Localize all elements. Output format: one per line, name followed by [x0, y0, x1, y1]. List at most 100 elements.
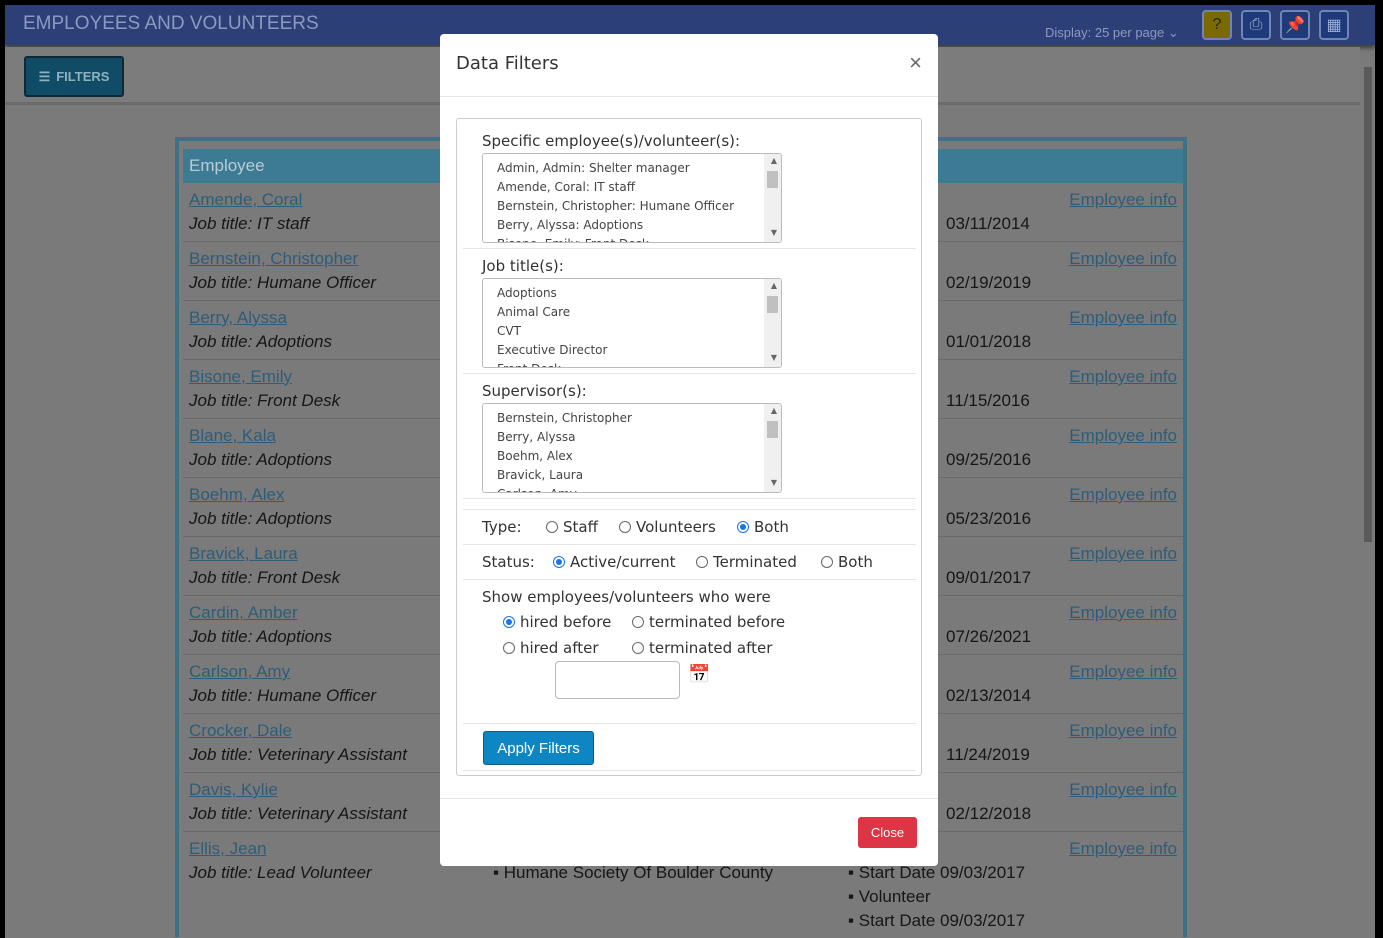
employee-info-link[interactable]: Employee info — [1069, 603, 1177, 623]
filter-form: Specific employee(s)/volunteer(s): Admin… — [456, 118, 922, 776]
employee-info-link[interactable]: Employee info — [1069, 308, 1177, 328]
list-option[interactable]: Front Desk — [497, 362, 561, 367]
employee-name-link[interactable]: Boehm, Alex — [189, 485, 284, 505]
radio-both[interactable]: Both — [737, 518, 789, 536]
radio-button[interactable] — [619, 521, 631, 533]
detail-text: Volunteer — [858, 887, 931, 906]
employee-info-link[interactable]: Employee info — [1069, 367, 1177, 387]
employee-name-link[interactable]: Berry, Alyssa — [189, 308, 287, 328]
list-option[interactable]: Animal Care — [497, 305, 570, 319]
list-option[interactable]: Amende, Coral: IT staff — [497, 180, 635, 194]
radio-staff[interactable]: Staff — [546, 518, 598, 536]
radio-button[interactable] — [632, 616, 644, 628]
list-option[interactable]: Berry, Alyssa — [497, 430, 576, 444]
employee-name-link[interactable]: Bisone, Emily — [189, 367, 292, 387]
scroll-down-icon[interactable]: ▼ — [771, 478, 777, 487]
pin-icon[interactable]: 📌 — [1280, 10, 1310, 40]
scrollbar-thumb[interactable] — [767, 171, 778, 188]
radio-button[interactable] — [632, 642, 644, 654]
scrollbar-thumb[interactable] — [767, 421, 778, 438]
employee-info-link[interactable]: Employee info — [1069, 839, 1177, 859]
divider — [463, 579, 916, 580]
start-date: 07/26/2021 — [946, 627, 1032, 646]
employee-name-link[interactable]: Davis, Kylie — [189, 780, 278, 800]
employee-name-link[interactable]: Blane, Kala — [189, 426, 276, 446]
start-date: 02/13/2014 — [946, 686, 1032, 705]
employee-info-link[interactable]: Employee info — [1069, 249, 1177, 269]
scroll-up-icon[interactable]: ▲ — [771, 281, 777, 290]
employee-info-link[interactable]: Employee info — [1069, 662, 1177, 682]
scroll-up-icon[interactable]: ▲ — [771, 406, 777, 415]
show-label: Show employees/volunteers who were — [482, 588, 771, 606]
radio-hired-before[interactable]: hired before — [503, 613, 611, 631]
radio-label: Terminated — [713, 553, 797, 571]
close-icon[interactable]: × — [909, 50, 922, 76]
employee-name-link[interactable]: Cardin, Amber — [189, 603, 298, 623]
start-date: 09/25/2016 — [946, 450, 1032, 469]
employee-info-link[interactable]: Employee info — [1069, 544, 1177, 564]
divider — [463, 509, 916, 510]
employee-name-link[interactable]: Bravick, Laura — [189, 544, 298, 564]
radio-terminated-after[interactable]: terminated after — [632, 639, 772, 657]
employee-info-link[interactable]: Employee info — [1069, 485, 1177, 505]
job-title: Job title: Adoptions — [189, 332, 333, 351]
scrollbar-thumb[interactable] — [1364, 67, 1372, 542]
radio-label: hired before — [520, 613, 612, 631]
list-option[interactable]: Berry, Alyssa: Adoptions — [497, 218, 643, 232]
jobs-listbox[interactable]: Adoptions Animal Care CVT Executive Directo… — [482, 278, 782, 368]
filters-button[interactable]: ☰ FILTERS — [24, 56, 124, 97]
employee-name-link[interactable]: Amende, Coral — [189, 190, 302, 210]
page-title: EMPLOYEES AND VOLUNTEERS — [23, 13, 319, 34]
employees-listbox[interactable]: Admin, Admin: Shelter manager Amende, Cor… — [482, 153, 782, 243]
radio-button[interactable] — [553, 556, 565, 568]
list-option[interactable]: Adoptions — [497, 286, 557, 300]
employee-name-link[interactable]: Crocker, Dale — [189, 721, 292, 741]
list-option[interactable]: Bisone, Emily: Front Desk — [497, 237, 649, 242]
list-option[interactable]: Carlson, Amy — [497, 487, 577, 492]
close-button[interactable]: Close — [858, 817, 917, 848]
list-option[interactable]: Boehm, Alex — [497, 449, 573, 463]
apply-filters-button[interactable]: Apply Filters — [483, 731, 594, 765]
employee-name-link[interactable]: Carlson, Amy — [189, 662, 290, 682]
radio-hired-after[interactable]: hired after — [503, 639, 599, 657]
radio-active-current[interactable]: Active/current — [553, 553, 676, 571]
employee-info-link[interactable]: Employee info — [1069, 721, 1177, 741]
display-per-page-select[interactable]: Display: 25 per page ⌄ — [1045, 25, 1179, 41]
scrollbar-thumb[interactable] — [767, 296, 778, 313]
radio-button[interactable] — [503, 642, 515, 654]
employee-name-link[interactable]: Bernstein, Christopher — [189, 249, 358, 269]
employee-info-link[interactable]: Employee info — [1069, 190, 1177, 210]
radio-button[interactable] — [546, 521, 558, 533]
list-option[interactable]: Bernstein, Christopher — [497, 411, 632, 425]
start-date: 01/01/2018 — [946, 332, 1032, 351]
employee-name-link[interactable]: Ellis, Jean — [189, 839, 266, 859]
date-input[interactable] — [555, 661, 680, 699]
supervisors-listbox[interactable]: Bernstein, Christopher Berry, Alyssa Boehm… — [482, 403, 782, 493]
list-option[interactable]: Admin, Admin: Shelter manager — [497, 161, 690, 175]
start-date: 09/01/2017 — [946, 568, 1032, 587]
employee-info-link[interactable]: Employee info — [1069, 426, 1177, 446]
list-option[interactable]: Bernstein, Christopher: Humane Officer — [497, 199, 734, 213]
print-icon[interactable]: ⎙ — [1241, 10, 1271, 40]
radio-terminated[interactable]: Terminated — [696, 553, 797, 571]
calendar-icon[interactable]: 📅 — [688, 664, 710, 685]
scroll-up-icon[interactable]: ▲ — [771, 156, 777, 165]
radio-both[interactable]: Both — [821, 553, 873, 571]
layout-icon[interactable]: ▦ — [1319, 10, 1349, 40]
radio-button[interactable] — [821, 556, 833, 568]
divider — [440, 798, 938, 799]
help-icon[interactable]: ? — [1202, 10, 1232, 40]
type-label: Type: — [482, 518, 522, 536]
radio-button[interactable] — [737, 521, 749, 533]
radio-volunteers[interactable]: Volunteers — [619, 518, 716, 536]
scroll-down-icon[interactable]: ▼ — [771, 353, 777, 362]
list-option[interactable]: CVT — [497, 324, 521, 338]
radio-button[interactable] — [696, 556, 708, 568]
start-date: 11/24/2019 — [946, 745, 1030, 764]
list-option[interactable]: Executive Director — [497, 343, 607, 357]
radio-button[interactable] — [503, 616, 515, 628]
scroll-down-icon[interactable]: ▼ — [771, 228, 777, 237]
employee-info-link[interactable]: Employee info — [1069, 780, 1177, 800]
radio-terminated-before[interactable]: terminated before — [632, 613, 785, 631]
list-option[interactable]: Bravick, Laura — [497, 468, 583, 482]
